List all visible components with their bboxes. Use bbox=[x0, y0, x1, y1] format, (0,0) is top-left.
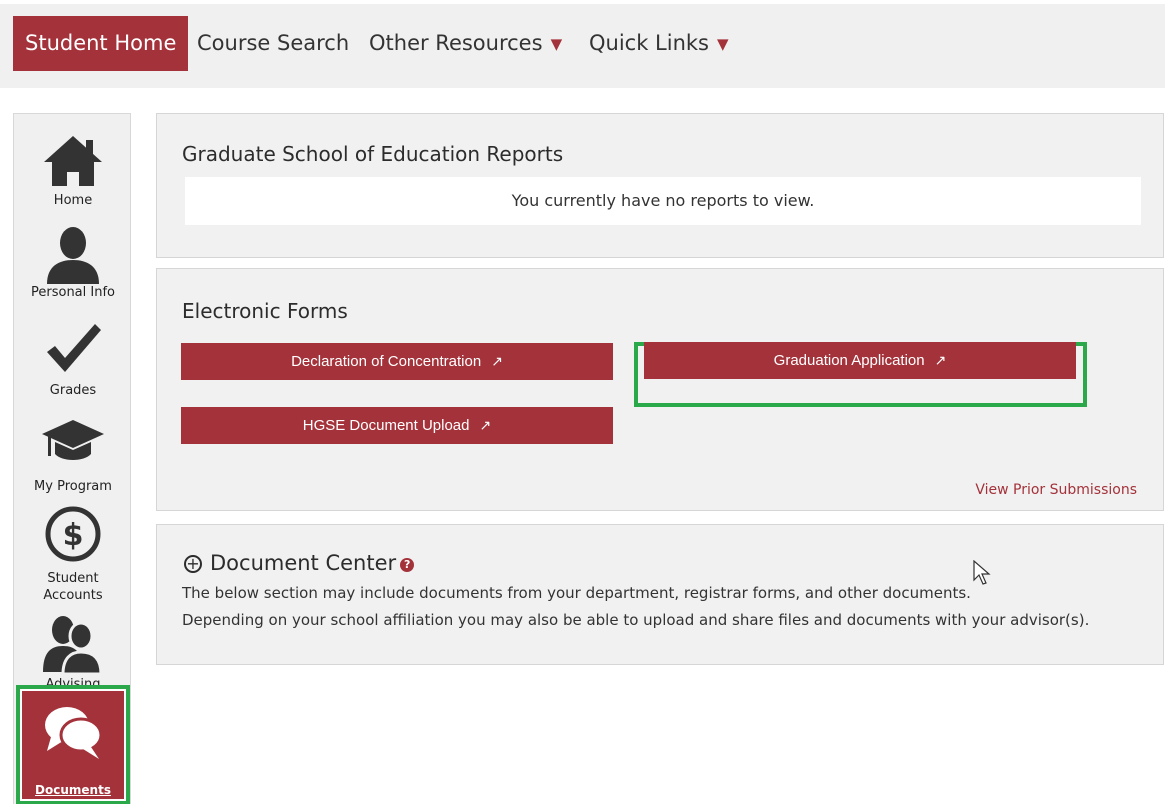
people-icon bbox=[43, 616, 103, 674]
button-label: Graduation Application bbox=[773, 352, 925, 369]
hgse-document-upload-button[interactable]: HGSE Document Upload ↗ bbox=[181, 407, 613, 444]
forms-title: Electronic Forms bbox=[182, 299, 348, 323]
caret-down-icon: ▼ bbox=[717, 35, 729, 53]
sidebar-item-label: My Program bbox=[34, 479, 112, 494]
button-label: Declaration of Concentration bbox=[291, 353, 482, 370]
top-navigation: Student Home Course Search Other Resourc… bbox=[0, 4, 1165, 88]
document-center-description-2: Depending on your school affiliation you… bbox=[182, 611, 1090, 629]
nav-quick-links-label: Quick Links bbox=[589, 31, 710, 55]
reports-empty-message: You currently have no reports to view. bbox=[185, 177, 1141, 225]
svg-text:$: $ bbox=[63, 518, 84, 553]
sidebar-item-grades[interactable]: Grades bbox=[14, 322, 130, 399]
reports-title: Graduate School of Education Reports bbox=[182, 142, 564, 166]
sidebar-item-label-line1: Student bbox=[47, 571, 99, 586]
help-question-icon[interactable]: ? bbox=[400, 558, 415, 572]
home-icon bbox=[44, 136, 102, 186]
sidebar-item-student-accounts[interactable]: $ Student Accounts bbox=[14, 506, 130, 604]
chat-bubbles-icon bbox=[45, 707, 103, 759]
external-link-icon: ↗ bbox=[491, 353, 503, 369]
checkmark-icon bbox=[47, 324, 101, 372]
sidebar-item-label: Home bbox=[53, 193, 93, 208]
sidebar-item-label: Grades bbox=[49, 383, 97, 398]
nav-other-resources-label: Other Resources bbox=[369, 31, 543, 55]
sidebar-item-home[interactable]: Home bbox=[14, 134, 130, 209]
sidebar-item-label: Personal Info bbox=[31, 285, 115, 300]
document-center-panel: + Document Center? The below section may … bbox=[156, 524, 1164, 665]
nav-course-search-label: Course Search bbox=[197, 31, 350, 55]
view-prior-submissions-link[interactable]: View Prior Submissions bbox=[975, 482, 1137, 498]
sidebar-item-advising[interactable]: Advising bbox=[14, 614, 130, 693]
button-label: HGSE Document Upload bbox=[302, 417, 470, 434]
electronic-forms-panel: Electronic Forms Declaration of Concentr… bbox=[156, 268, 1164, 511]
nav-quick-links[interactable]: Quick Links ▼ bbox=[589, 16, 729, 71]
sidebar-item-documents[interactable]: Documents bbox=[16, 685, 130, 804]
caret-down-icon: ▼ bbox=[550, 35, 563, 53]
sidebar-item-my-program[interactable]: My Program bbox=[14, 416, 130, 495]
person-icon bbox=[47, 227, 99, 284]
dollar-icon: $ bbox=[45, 506, 101, 562]
sidebar-item-label-line2: Accounts bbox=[43, 588, 103, 603]
document-center-title-text: Document Center bbox=[210, 551, 397, 575]
expand-plus-icon[interactable]: + bbox=[184, 555, 202, 573]
mouse-cursor-icon bbox=[973, 560, 991, 585]
nav-student-home[interactable]: Student Home bbox=[13, 16, 189, 71]
graduation-cap-icon bbox=[42, 420, 104, 460]
document-center-description-1: The below section may include documents … bbox=[182, 584, 971, 602]
external-link-icon: ↗ bbox=[934, 352, 947, 368]
external-link-icon: ↗ bbox=[479, 417, 492, 433]
nav-other-resources[interactable]: Other Resources ▼ bbox=[369, 16, 562, 71]
sidebar-item-personal-info[interactable]: Personal Info bbox=[14, 226, 130, 301]
reports-panel: Graduate School of Education Reports You… bbox=[156, 113, 1164, 258]
nav-course-search[interactable]: Course Search bbox=[197, 16, 349, 71]
sidebar: Home Personal Info Grades My Program $ S… bbox=[13, 113, 131, 804]
document-center-title[interactable]: + Document Center? bbox=[184, 551, 415, 575]
declaration-of-concentration-button[interactable]: Declaration of Concentration ↗ bbox=[181, 343, 613, 380]
sidebar-item-label: Documents bbox=[35, 783, 111, 797]
graduation-application-button[interactable]: Graduation Application ↗ bbox=[644, 342, 1076, 379]
